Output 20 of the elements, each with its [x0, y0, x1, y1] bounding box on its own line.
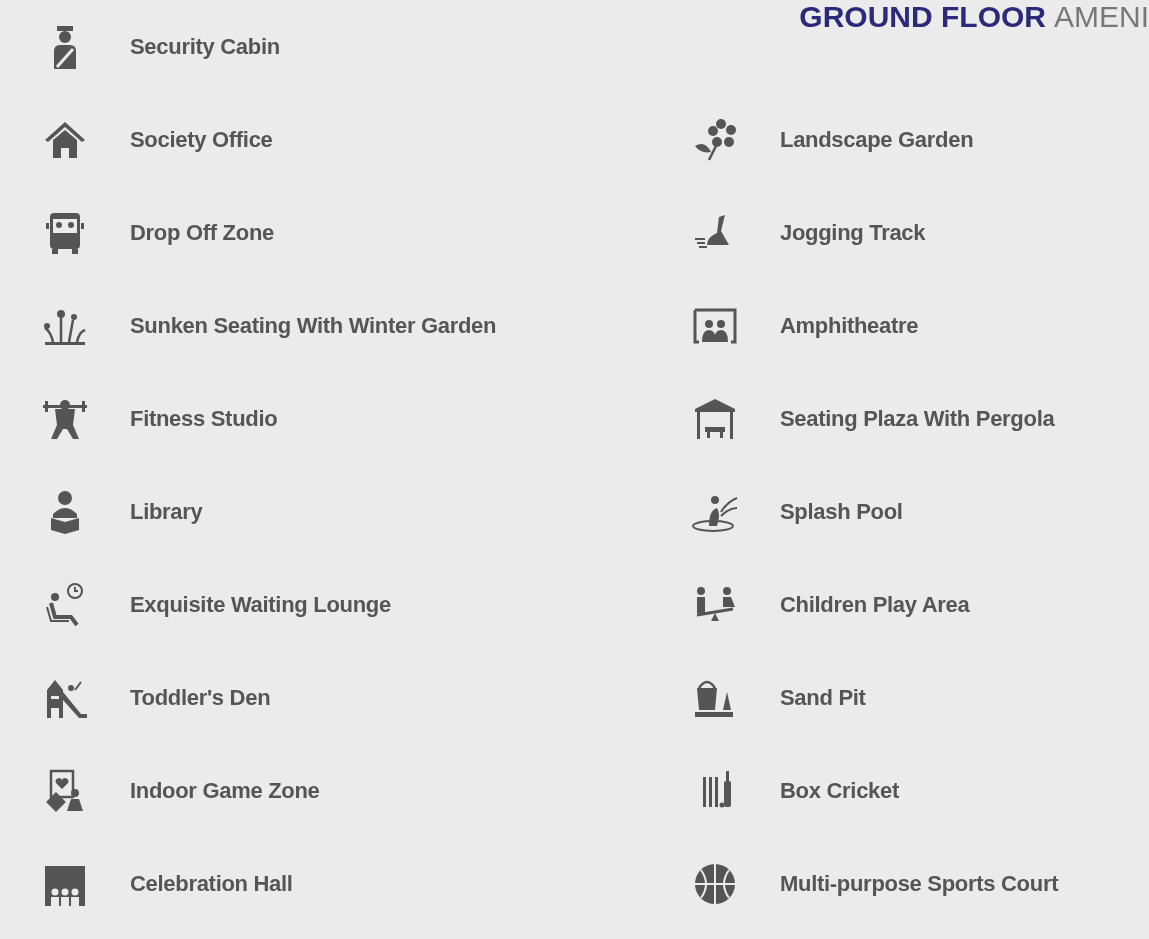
amenity-label: Fitness Studio [130, 405, 278, 432]
amenity-label: Library [130, 498, 203, 525]
amenity-label: Box Cricket [780, 777, 899, 804]
section-title: GROUND FLOOR AMENI [799, 0, 1149, 34]
amenity-label: Celebration Hall [130, 870, 293, 897]
amenity-label: Society Office [130, 126, 273, 153]
amenity-label: Multi-purpose Sports Court [780, 870, 1059, 897]
amenity-label: Sunken Seating With Winter Garden [130, 312, 497, 339]
amenity-label: Toddler's Den [130, 684, 271, 711]
amenity-label: Sand Pit [780, 684, 866, 711]
amenity-label: Exquisite Waiting Lounge [130, 591, 391, 618]
amenity-label: Seating Plaza With Pergola [780, 405, 1055, 432]
amenity-label: Jogging Track [780, 219, 926, 246]
amenity-label: Amphitheatre [780, 312, 919, 339]
amenity-label: Landscape Garden [780, 126, 974, 153]
amenity-label: Security Cabin [130, 33, 280, 60]
amenity-label: Indoor Game Zone [130, 777, 320, 804]
amenity-label: Splash Pool [780, 498, 903, 525]
amenity-label: Drop Off Zone [130, 219, 274, 246]
amenity-label: Children Play Area [780, 591, 970, 618]
